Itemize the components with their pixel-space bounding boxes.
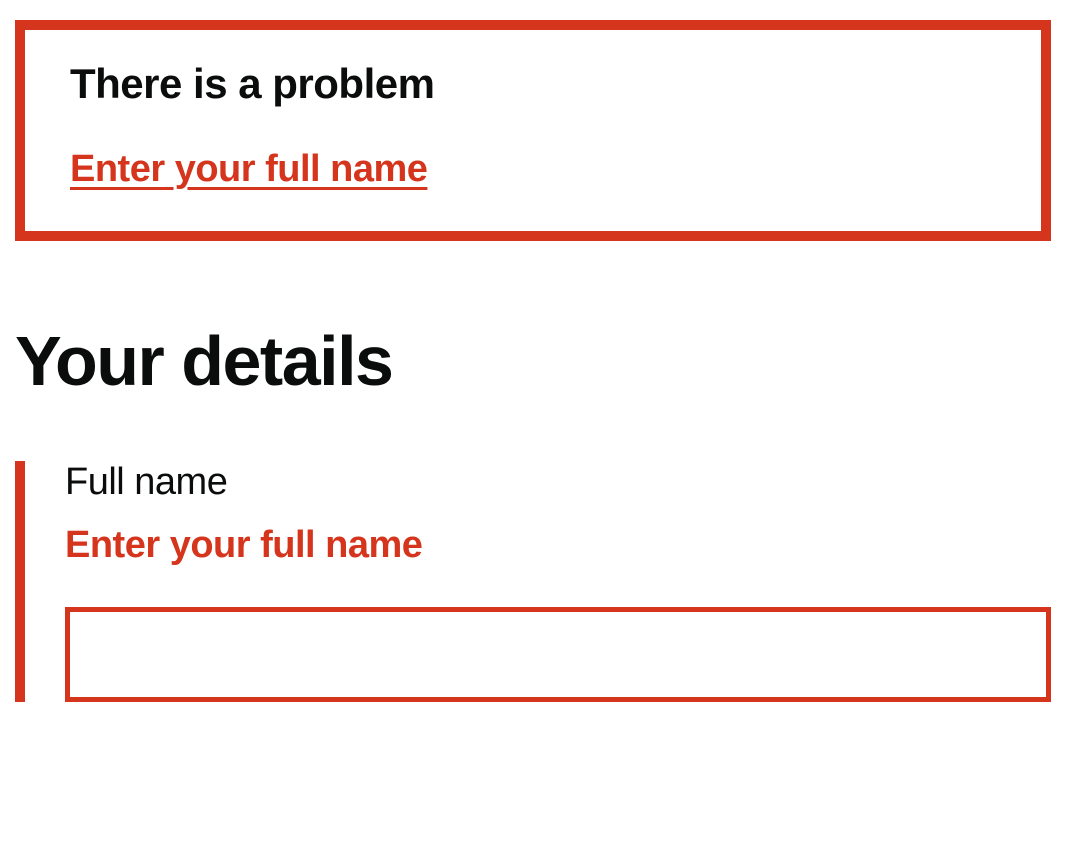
full-name-error-message: Enter your full name [65,524,1051,567]
error-summary-link-full-name[interactable]: Enter your full name [70,148,427,190]
error-summary-title: There is a problem [70,60,996,108]
error-summary: There is a problem Enter your full name [15,20,1051,241]
form-group-full-name: Full name Enter your full name [15,461,1051,702]
full-name-input[interactable] [65,607,1051,702]
full-name-label: Full name [65,461,1051,504]
page-heading: Your details [15,321,1051,401]
